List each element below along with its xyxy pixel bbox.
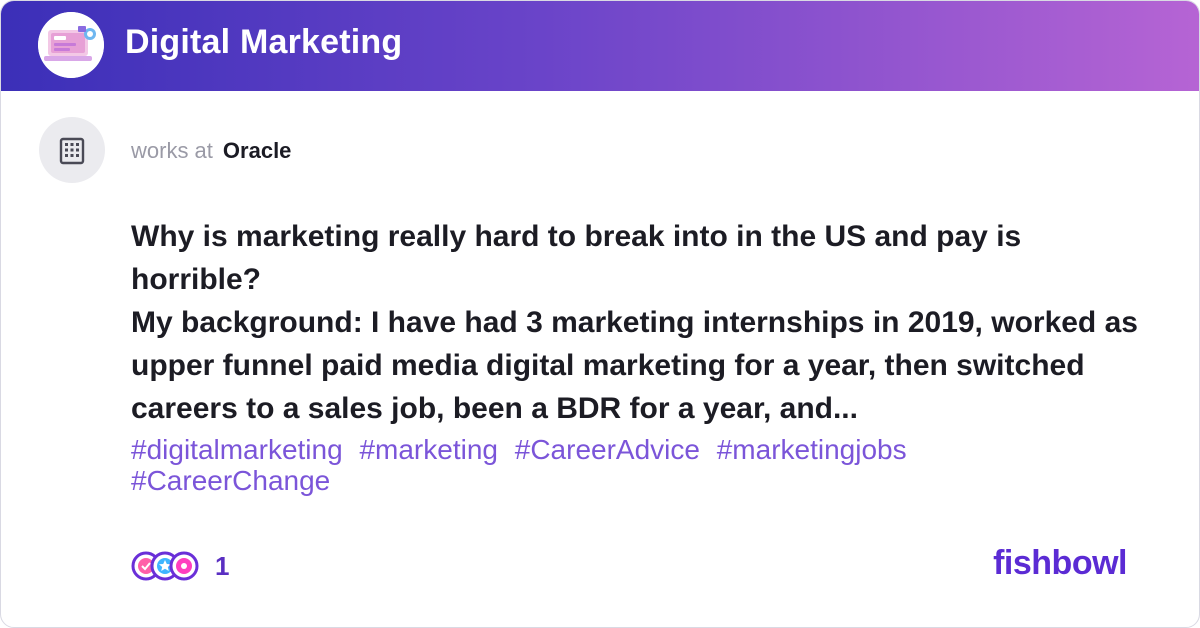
reaction-count: 1 bbox=[215, 550, 230, 581]
works-at-label: works at bbox=[131, 138, 213, 163]
building-icon bbox=[59, 137, 85, 165]
bowl-header[interactable]: Digital Marketing bbox=[1, 1, 1199, 91]
hashtag[interactable]: #marketing bbox=[359, 434, 498, 465]
hashtag[interactable]: #CareerAdvice bbox=[515, 434, 700, 465]
post-body: My background: I have had 3 marketing in… bbox=[131, 306, 1138, 425]
hashtag[interactable]: #CareerChange bbox=[131, 465, 330, 496]
reaction-icons-stack bbox=[131, 551, 199, 581]
hashtag[interactable]: #marketingjobs bbox=[717, 434, 907, 465]
company-name[interactable]: Oracle bbox=[223, 138, 292, 163]
hashtag[interactable]: #digitalmarketing bbox=[131, 434, 343, 465]
bowl-avatar[interactable] bbox=[38, 12, 104, 78]
company-avatar bbox=[39, 117, 105, 183]
post-title: Why is marketing really hard to break in… bbox=[131, 220, 1022, 296]
post-content[interactable]: Why is marketing really hard to break in… bbox=[131, 215, 1141, 430]
hashtag-list: #digitalmarketing #marketing #CareerAdvi… bbox=[131, 434, 1131, 496]
bowl-title[interactable]: Digital Marketing bbox=[125, 23, 402, 62]
post-card[interactable]: Digital Marketing works at Oracle Why is … bbox=[0, 0, 1200, 628]
fishbowl-logo[interactable]: fishbowl bbox=[993, 544, 1127, 583]
celebrate-reaction-icon bbox=[169, 551, 199, 581]
author-line: works at Oracle bbox=[131, 138, 291, 164]
laptop-illustration-icon bbox=[38, 12, 104, 78]
reactions-summary[interactable]: 1 bbox=[131, 549, 229, 583]
